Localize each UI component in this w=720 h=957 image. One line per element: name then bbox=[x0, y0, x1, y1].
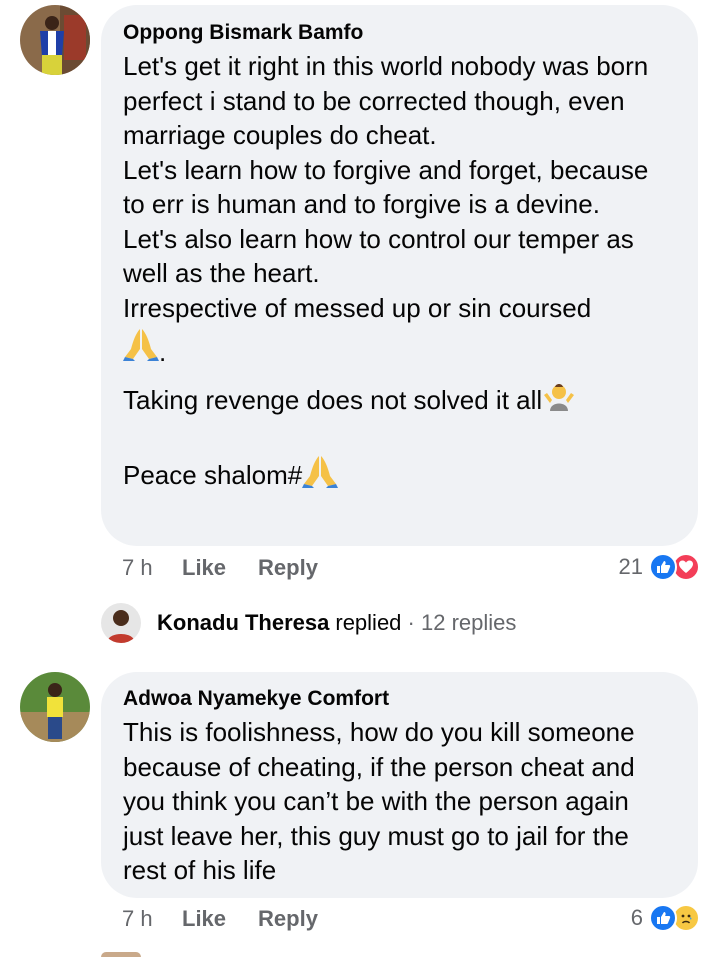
reaction-count: 6 bbox=[630, 905, 643, 930]
comment-text: Let's get it right in this world nobody … bbox=[123, 49, 676, 496]
comment-bubble: Oppong Bismark Bamfo Let's get it right … bbox=[101, 5, 698, 546]
folded-hands-emoji-icon bbox=[123, 327, 159, 370]
like-button[interactable]: Like bbox=[182, 906, 226, 932]
comment-author[interactable]: Oppong Bismark Bamfo bbox=[123, 20, 676, 46]
comment-timestamp[interactable]: 7 h bbox=[122, 906, 182, 932]
avatar-oppong[interactable] bbox=[20, 5, 90, 75]
like-icon bbox=[649, 904, 677, 932]
reply-count: 12 replies bbox=[420, 610, 517, 635]
avatar-konadu bbox=[101, 603, 141, 643]
comment-paragraph: Let's get it right in this world nobody … bbox=[123, 51, 649, 150]
comment-paragraph: Peace shalom# bbox=[123, 459, 303, 490]
comment-punctuation: . bbox=[159, 336, 167, 367]
view-replies-link[interactable]: Konadu Theresa replied · 12 replies bbox=[101, 603, 516, 643]
avatar-adwoa[interactable] bbox=[20, 672, 90, 742]
comment-paragraph: Let's learn how to forgive and forget, b… bbox=[123, 154, 649, 220]
replied-label: replied bbox=[335, 610, 402, 635]
comment-paragraph: Taking revenge does not solved it all bbox=[123, 385, 543, 415]
comment-actions: 7 h Like Reply bbox=[122, 906, 350, 932]
reaction-count: 21 bbox=[618, 554, 643, 579]
folded-hands-emoji-icon bbox=[302, 454, 339, 497]
next-comment-avatar bbox=[101, 952, 141, 957]
comment-author[interactable]: Adwoa Nyamekye Comfort bbox=[123, 686, 676, 712]
like-button[interactable]: Like bbox=[182, 555, 226, 581]
reply-button[interactable]: Reply bbox=[258, 906, 318, 932]
comment-paragraph: Let's also learn how to control our temp… bbox=[123, 223, 634, 289]
reaction-summary[interactable]: 21 bbox=[619, 553, 700, 581]
reaction-summary[interactable]: 6 bbox=[631, 904, 700, 932]
comment-text: This is foolishness, how do you kill som… bbox=[123, 717, 635, 885]
comment-actions: 7 h Like Reply bbox=[122, 555, 350, 581]
comment-paragraph: Irrespective of messed up or sin coursed bbox=[123, 292, 592, 323]
replier-name[interactable]: Konadu Theresa bbox=[157, 610, 329, 636]
shrug-emoji-icon bbox=[542, 381, 576, 420]
reply-button[interactable]: Reply bbox=[258, 555, 318, 581]
comment-timestamp[interactable]: 7 h bbox=[122, 555, 182, 581]
like-icon bbox=[649, 553, 677, 581]
separator-dot: · bbox=[401, 610, 421, 635]
comment-bubble: Adwoa Nyamekye Comfort This is foolishne… bbox=[101, 672, 698, 898]
